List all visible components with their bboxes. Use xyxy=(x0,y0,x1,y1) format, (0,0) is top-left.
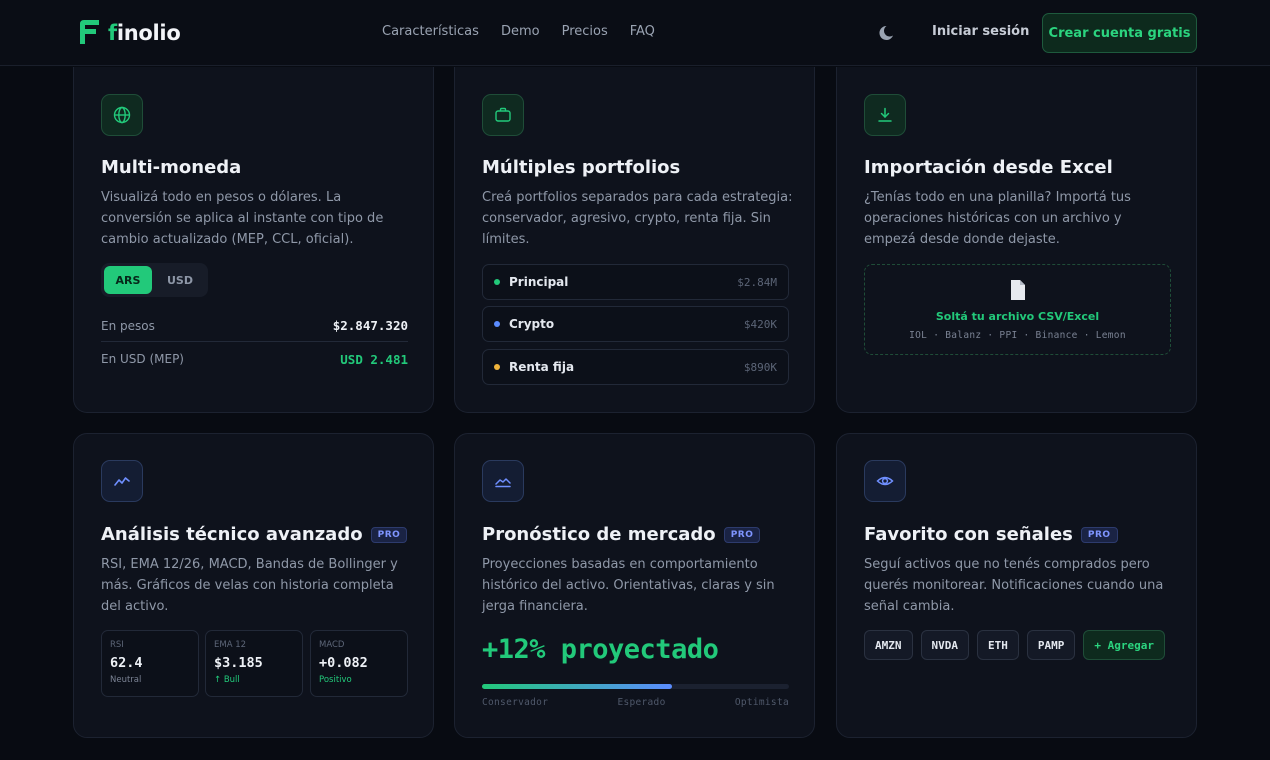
card-description: Creá portfolios separados para cada estr… xyxy=(482,190,793,247)
row-label: En USD (MEP) xyxy=(101,352,184,366)
indicator-label: MACD xyxy=(319,640,345,650)
globe-icon-box xyxy=(101,94,143,136)
row-value: $2.847.320 xyxy=(332,318,408,333)
moon-icon[interactable] xyxy=(878,23,898,43)
feature-card-watchlist: Favorito con señales PRO Seguí activos q… xyxy=(836,433,1197,738)
feature-card-technical-analysis: Análisis técnico avanzado PRO RSI, EMA 1… xyxy=(73,433,434,738)
feature-card-portfolios: Múltiples portfolios Creá portfolios sep… xyxy=(454,67,815,413)
portfolio-name: Principal xyxy=(494,275,568,289)
portfolio-item-principal[interactable]: Principal $2.84M xyxy=(482,264,789,300)
create-account-button[interactable]: Crear cuenta gratis xyxy=(1042,13,1197,53)
indicator-status: ↑ Bull xyxy=(214,675,240,685)
card-title: Pronóstico de mercado PRO xyxy=(482,524,761,545)
card-title: Múltiples portfolios xyxy=(482,157,681,178)
nav-link-demo[interactable]: Demo xyxy=(501,24,540,39)
top-navbar: finolio Características Demo Precios FAQ… xyxy=(0,0,1270,66)
portfolio-amount: $420K xyxy=(743,317,777,331)
portfolio-label: Principal xyxy=(509,275,569,289)
area-chart-icon-box xyxy=(482,460,524,502)
portfolio-item-renta-fija[interactable]: Renta fija $890K xyxy=(482,349,789,385)
card-description: Proyecciones basadas en comportamiento h… xyxy=(482,557,775,614)
card-description: Seguí activos que no tenés comprados per… xyxy=(864,557,1164,614)
indicator-status: Positivo xyxy=(319,675,352,685)
area-chart-icon xyxy=(495,478,511,488)
trend-chart-icon xyxy=(114,477,130,486)
card-title: Multi-moneda xyxy=(101,157,242,178)
portfolio-item-crypto[interactable]: Crypto $420K xyxy=(482,306,789,342)
scale-label-optimistic: Optimista xyxy=(734,697,789,708)
scale-label-conservative: Conservador xyxy=(482,697,549,708)
portfolio-amount: $2.84M xyxy=(737,275,777,289)
indicator-value: 62.4 xyxy=(110,655,143,671)
login-link[interactable]: Iniciar sesión xyxy=(932,24,1029,39)
feature-card-excel-import: Importación desde Excel ¿Tenías todo en … xyxy=(836,67,1197,413)
row-value: USD 2.481 xyxy=(340,351,408,367)
finolio-logo[interactable]: finolio xyxy=(78,19,181,46)
forecast-progress-fill xyxy=(482,684,673,689)
indicator-value: $3.185 xyxy=(214,655,263,671)
indicator-label: EMA 12 xyxy=(214,640,247,650)
value-row-usd: En USD (MEP) USD 2.481 xyxy=(101,343,408,375)
portfolio-name: Crypto xyxy=(494,317,554,331)
ticker-chip-nvda[interactable]: NVDA xyxy=(920,630,969,660)
nav-link-faq[interactable]: FAQ xyxy=(630,24,655,39)
scale-label-expected: Esperado xyxy=(617,697,666,708)
nav-links: Características Demo Precios FAQ xyxy=(382,24,655,39)
dropzone-title: Soltá tu archivo CSV/Excel xyxy=(935,310,1100,323)
download-icon-box xyxy=(864,94,906,136)
projection-value: +12% proyectado xyxy=(482,634,719,665)
ticker-chip-eth[interactable]: ETH xyxy=(977,630,1019,660)
forecast-scale: Conservador Esperado Optimista xyxy=(482,697,789,708)
card-title: Análisis técnico avanzado PRO xyxy=(101,524,408,545)
briefcase-icon xyxy=(495,107,511,122)
status-dot xyxy=(494,279,500,285)
globe-icon xyxy=(113,106,131,124)
value-row-pesos: En pesos $2.847.320 xyxy=(101,310,408,342)
indicator-ema: EMA 12 $3.185 ↑ Bull xyxy=(205,630,303,697)
card-description: RSI, EMA 12/26, MACD, Bandas de Bollinge… xyxy=(101,557,398,614)
ticker-chip-amzn[interactable]: AMZN xyxy=(864,630,913,660)
pro-badge: PRO xyxy=(1080,526,1118,543)
row-label: En pesos xyxy=(101,318,155,333)
nav-link-features[interactable]: Características xyxy=(382,24,479,39)
pro-badge: PRO xyxy=(370,526,408,543)
add-ticker-button[interactable]: + Agregar xyxy=(1083,630,1165,660)
indicator-rsi: RSI 62.4 Neutral xyxy=(101,630,199,697)
portfolio-label: Renta fija xyxy=(509,360,575,374)
portfolio-name: Renta fija xyxy=(494,360,574,374)
ticker-chip-pamp[interactable]: PAMP xyxy=(1026,630,1076,660)
watchlist-chips: AMZN NVDA ETH PAMP + Agregar xyxy=(864,630,1165,660)
card-title: Favorito con señales PRO xyxy=(864,524,1118,545)
dropzone-sources: IOL · Balanz · PPI · Binance · Lemon xyxy=(909,330,1126,341)
pro-badge: PRO xyxy=(723,526,761,543)
currency-toggle: ARS USD xyxy=(101,263,208,297)
currency-option-usd[interactable]: USD xyxy=(156,266,204,294)
briefcase-icon-box xyxy=(482,94,524,136)
indicator-label: RSI xyxy=(110,640,124,650)
feature-card-multi-currency: Multi-moneda Visualizá todo en pesos o d… xyxy=(73,67,434,413)
portfolio-label: Crypto xyxy=(509,317,555,331)
currency-option-ars[interactable]: ARS xyxy=(104,266,152,294)
finolio-logo-icon xyxy=(80,20,99,44)
forecast-progress-bar xyxy=(482,684,789,689)
status-dot xyxy=(494,321,500,327)
indicator-value: +0.082 xyxy=(319,655,368,671)
feature-card-forecast: Pronóstico de mercado PRO Proyecciones b… xyxy=(454,433,815,738)
portfolio-amount: $890K xyxy=(743,360,777,374)
file-icon xyxy=(1011,280,1025,300)
file-dropzone[interactable]: Soltá tu archivo CSV/Excel IOL · Balanz … xyxy=(864,264,1171,355)
logo-wordmark: finolio xyxy=(108,20,181,45)
status-dot xyxy=(494,364,500,370)
nav-link-pricing[interactable]: Precios xyxy=(562,24,608,39)
card-description: ¿Tenías todo en una planilla? Importá tu… xyxy=(864,190,1131,247)
card-description: Visualizá todo en pesos o dólares. La co… xyxy=(101,190,384,247)
eye-icon xyxy=(876,476,894,486)
indicator-macd: MACD +0.082 Positivo xyxy=(310,630,408,697)
eye-icon-box xyxy=(864,460,906,502)
indicator-status: Neutral xyxy=(110,675,142,685)
download-icon xyxy=(878,107,892,122)
trend-icon-box xyxy=(101,460,143,502)
card-title: Importación desde Excel xyxy=(864,157,1113,178)
